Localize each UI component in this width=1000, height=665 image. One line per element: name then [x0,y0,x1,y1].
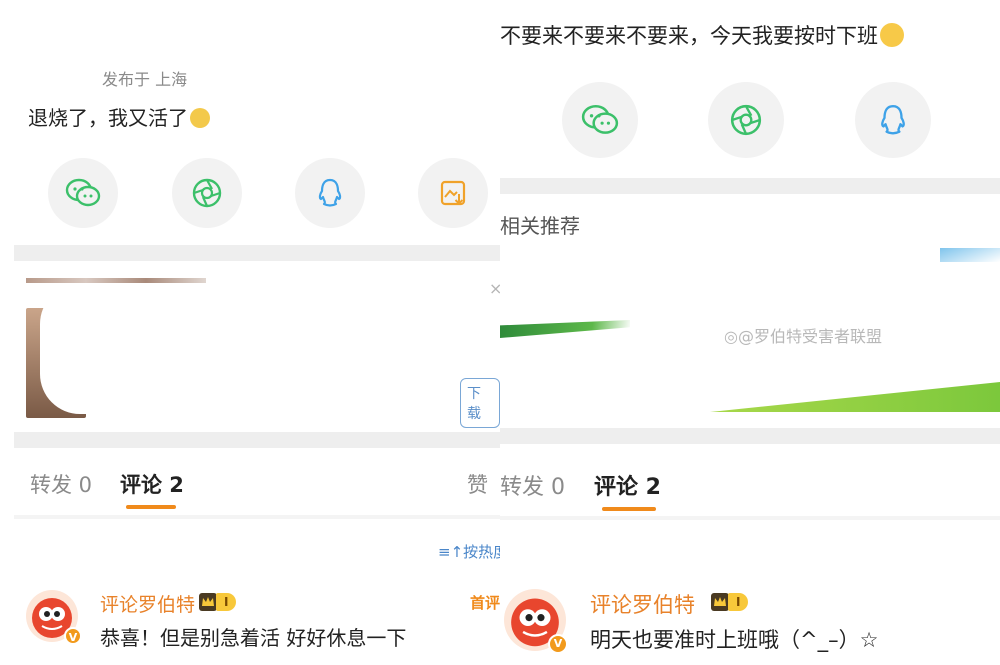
crown-icon [199,593,217,611]
wechat-icon [581,105,619,134]
share-qq-button[interactable] [295,158,365,228]
member-badge: I [710,592,749,612]
post-text: 不要来不要来不要来，今天我要按时下班 [500,20,904,50]
level-label: I [216,593,237,611]
tab-comments[interactable]: 评论 2 [120,469,184,499]
emoji-icon [190,108,210,128]
share-qq-button[interactable] [855,82,931,158]
section-divider [500,428,1000,444]
crying-emoji-icon [880,23,904,47]
verified-badge-icon: V [548,634,568,654]
qq-icon [881,105,905,135]
watermark: ◎@罗伯特受害者联盟 [724,327,882,346]
verified-badge-icon: V [64,627,82,645]
section-divider [14,245,500,261]
share-moments-button[interactable] [172,158,242,228]
crown-icon [711,593,729,611]
section-divider [500,178,1000,194]
moments-icon [192,178,222,208]
post-text: 退烧了，我又活了 [28,102,210,131]
ad-card[interactable] [26,278,500,418]
related-recommendations-label: 相关推荐 [500,214,580,238]
image-fragment-green [500,320,630,338]
right-screenshot: 不要来不要来不要来，今天我要按时下班 相关推荐 ◎@罗伯特受害者联盟 转发 0 … [500,0,1000,665]
ad-close-icon[interactable]: × [489,279,500,298]
member-badge: I [198,592,237,612]
post-location: 发布于 上海 [102,70,188,89]
tab-repost[interactable]: 转发 0 [500,469,565,501]
weibo-logo-icon: ◎ [724,327,738,346]
comment-text: 明天也要准时上班哦（^_–）☆ [590,628,879,652]
share-moments-button[interactable] [708,82,784,158]
left-screenshot: 发布于 上海 退烧了，我又活了 × 下载 转发 0 评论 2 赞 ≡↑按热度 V… [0,0,500,665]
commenter-name[interactable]: 评论罗伯特 [100,590,195,617]
wechat-icon [65,178,101,207]
ad-image-cover [40,284,290,414]
share-wechat-button[interactable] [562,82,638,158]
sort-by-hot[interactable]: ≡↑按热度 [438,541,500,562]
image-fragment-grass [710,382,1000,412]
share-wechat-button[interactable] [48,158,118,228]
tab-repost[interactable]: 转发 0 [30,469,92,499]
ad-image-strip [26,278,206,283]
image-fragment-blue [940,248,1000,262]
ad-download-button[interactable]: 下载 [460,378,500,428]
commenter-name[interactable]: 评论罗伯特 [590,589,695,619]
save-image-icon [440,180,466,206]
tab-active-indicator [126,505,176,509]
comment-text: 恭喜！但是别急着活 好好休息一下 [100,626,407,650]
qq-icon [318,178,342,207]
sort-icon: ≡↑ [438,543,464,561]
save-image-button[interactable] [418,158,488,228]
tab-likes[interactable]: 赞 [467,469,488,499]
section-divider [14,432,500,448]
level-label: I [728,593,749,611]
section-divider [14,515,500,519]
moments-icon [730,104,762,136]
tab-comments[interactable]: 评论 2 [594,469,661,501]
first-comment-badge: 首评 [470,594,500,612]
tab-active-indicator [602,507,656,511]
section-divider [500,516,1000,520]
